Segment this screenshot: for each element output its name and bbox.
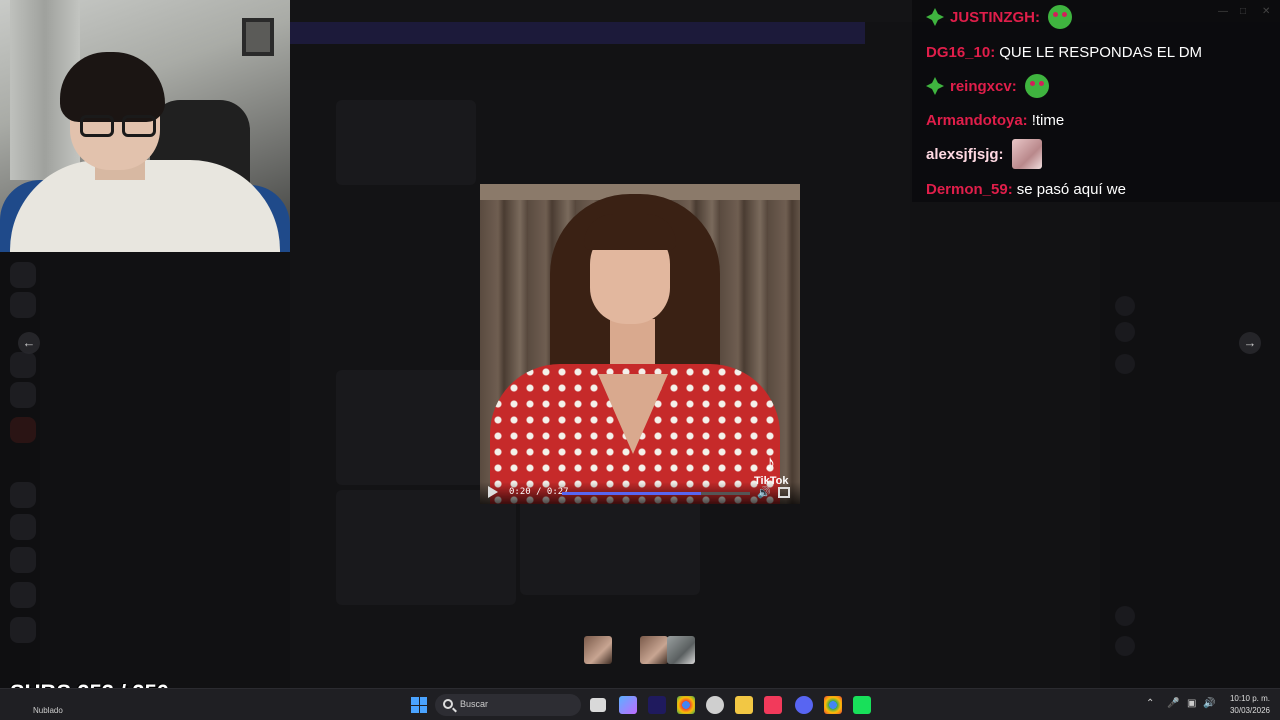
task-view-icon[interactable] [590, 698, 606, 712]
server-icon [10, 262, 36, 288]
tray-chevron-icon[interactable]: ⌃ [1146, 698, 1154, 709]
chat-message: DG16_10: QUE LE RESPONDAS EL DM [926, 37, 1202, 67]
chat-username: JUSTINZGH: [950, 8, 1040, 26]
taskbar: Nublado Buscar ⌃ 🎤 ▣ 🔊 10:10 p. m. 30/03… [0, 688, 1280, 720]
member-avatar [1115, 322, 1135, 342]
previous-media-button[interactable]: ← [18, 332, 40, 354]
chat-username: DG16_10: [926, 43, 996, 61]
microphone-icon[interactable]: 🎤 [1167, 698, 1179, 709]
video-seek-bar[interactable] [562, 492, 750, 495]
kick-icon[interactable] [853, 696, 871, 714]
cam-hair [60, 52, 165, 122]
background-media [520, 490, 700, 595]
clock-date: 30/03/2026 [1229, 706, 1270, 715]
search-icon [443, 699, 453, 709]
heart-eyes-emote-icon [1048, 5, 1072, 29]
windows-start-icon[interactable] [411, 697, 427, 713]
member-avatar [1115, 636, 1135, 656]
server-icon [10, 482, 36, 508]
server-icon [10, 547, 36, 573]
media-thumbnail[interactable] [584, 636, 612, 664]
cat-image-emote-icon [1011, 139, 1042, 169]
cam-glasses [80, 115, 158, 141]
server-icon [10, 292, 36, 318]
volume-icon[interactable]: 🔊 [757, 486, 771, 499]
channel-list [40, 252, 290, 688]
member-avatar [1115, 354, 1135, 374]
video-subject-bangs [584, 214, 676, 250]
server-icon [10, 352, 36, 378]
github-icon[interactable] [706, 696, 724, 714]
system-clock[interactable]: 10:10 p. m. 30/03/2026 [1222, 693, 1270, 717]
taskbar-search[interactable]: Buscar [435, 694, 581, 716]
close-icon[interactable]: ✕ [1262, 6, 1270, 17]
green-plus-badge-icon [926, 8, 944, 26]
green-plus-badge-icon [926, 77, 944, 95]
video-time: 0:20 / 0:27 [509, 487, 569, 497]
network-icon[interactable]: ▣ [1187, 698, 1196, 709]
maximize-icon[interactable]: □ [1240, 6, 1246, 17]
folder-icon[interactable] [735, 696, 753, 714]
server-rail [0, 252, 40, 688]
clock-time: 10:10 p. m. [1229, 694, 1270, 703]
chat-text: !time [1031, 111, 1065, 129]
next-media-button[interactable]: → [1239, 332, 1261, 354]
chat-message: Dermon_59: se pasó aquí we [926, 174, 1126, 204]
chat-text: se pasó aquí we [1016, 180, 1126, 198]
chat-message: reingxcv: [926, 71, 1049, 101]
background-media [336, 100, 476, 185]
chat-username: Dermon_59: [926, 180, 1013, 198]
server-icon [10, 382, 36, 408]
speaker-icon[interactable]: 🔊 [1203, 698, 1215, 709]
server-icon [10, 617, 36, 643]
server-icon [10, 514, 36, 540]
copilot-icon[interactable] [619, 696, 637, 714]
chat-message: Armandotoya: !time [926, 105, 1064, 135]
weather-label[interactable]: Nublado [33, 706, 63, 715]
minimize-icon[interactable]: — [1218, 6, 1228, 17]
chat-overlay: — □ ✕ JUSTINZGH: DG16_10: QUE LE RESPOND… [912, 0, 1280, 202]
webcam-feed [0, 0, 290, 252]
arrow-left-icon: ← [22, 335, 36, 350]
member-avatar [1115, 606, 1135, 626]
chat-message: JUSTINZGH: [926, 2, 1072, 32]
chat-message: alexsjfjsjg: [926, 139, 1042, 169]
cam-picture-frame [242, 18, 274, 56]
heart-eyes-emote-icon [1024, 74, 1049, 98]
server-icon [10, 417, 36, 443]
chrome-icon[interactable] [677, 696, 695, 714]
chat-username: reingxcv: [950, 77, 1017, 95]
video-controls: 0:20 / 0:27 🔊 [480, 482, 800, 504]
media-thumbnail[interactable] [640, 636, 668, 664]
chrome-profile-icon[interactable] [824, 696, 842, 714]
member-avatar [1115, 296, 1135, 316]
play-icon[interactable] [488, 486, 498, 498]
chat-username: alexsjfjsjg: [926, 145, 1004, 163]
discord-icon[interactable] [795, 696, 813, 714]
fullscreen-icon[interactable] [778, 487, 790, 498]
chat-username: Armandotoya: [926, 111, 1028, 129]
server-icon [10, 582, 36, 608]
video-progress-fill [562, 492, 702, 495]
background-banner [290, 22, 865, 44]
chat-text: QUE LE RESPONDAS EL DM [999, 43, 1203, 61]
background-media [336, 490, 516, 605]
premiere-icon[interactable] [648, 696, 666, 714]
search-placeholder: Buscar [460, 699, 489, 709]
music-icon[interactable] [764, 696, 782, 714]
arrow-right-icon: → [1243, 335, 1257, 350]
video-player[interactable]: ♪ TikTok 0:20 / 0:27 🔊 [480, 184, 800, 504]
tiktok-logo-icon: ♪ [764, 450, 776, 475]
media-thumbnail[interactable] [667, 636, 695, 664]
